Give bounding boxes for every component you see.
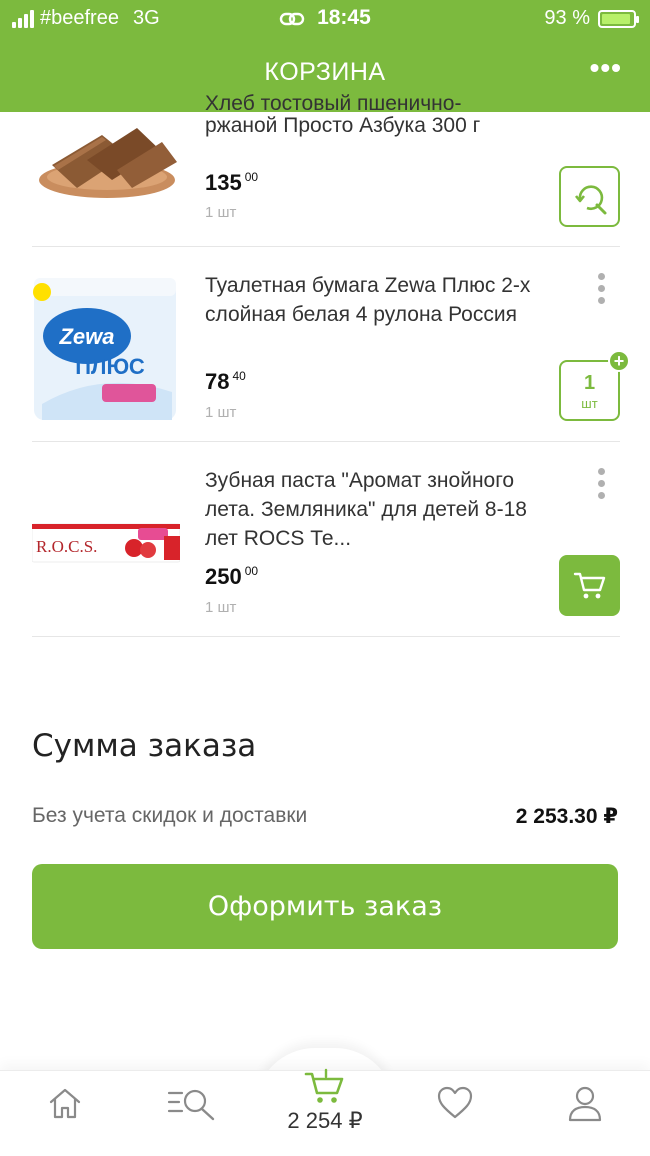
price-integer: 78 xyxy=(205,369,230,394)
item-menu-icon[interactable] xyxy=(598,468,606,499)
product-name: Туалетная бумага Zewa Плюс 2-х слойная б… xyxy=(205,274,531,326)
product-name: Зубная паста "Аромат знойного лета. Земл… xyxy=(205,469,527,550)
product-quantity: 1 шт xyxy=(205,599,237,616)
cart-icon xyxy=(573,572,606,599)
item-menu-icon[interactable] xyxy=(598,273,606,304)
price-integer: 135 xyxy=(205,170,242,195)
product-name: Хлеб тостовый пшенично- ржаной Просто Аз… xyxy=(205,92,535,140)
stepper-count: 1 xyxy=(583,372,596,394)
tab-home[interactable] xyxy=(46,1084,84,1127)
price-integer: 250 xyxy=(205,564,242,589)
product-image-bread xyxy=(39,128,177,198)
product-price: 250 00 xyxy=(205,564,258,590)
tab-cart[interactable] xyxy=(304,1066,346,1111)
cart-icon xyxy=(304,1068,344,1103)
cart-item[interactable]: Zewa ПЛЮС Туалетная бумага Zewa Плюс 2-х… xyxy=(32,247,630,442)
heart-icon xyxy=(437,1086,473,1119)
checkout-button[interactable]: Оформить заказ xyxy=(32,864,618,949)
product-quantity: 1 шт xyxy=(205,204,237,221)
price-decimals: 00 xyxy=(244,564,259,578)
find-replacement-button[interactable] xyxy=(559,166,620,227)
price-decimals: 40 xyxy=(232,369,246,383)
add-to-cart-button[interactable] xyxy=(559,555,620,616)
svg-text:R.O.C.S.: R.O.C.S. xyxy=(36,537,97,556)
find-replacement-icon xyxy=(574,185,606,215)
product-image-toilet-paper: Zewa ПЛЮС xyxy=(33,278,176,420)
tab-catalog[interactable] xyxy=(166,1084,218,1127)
price-decimals: 00 xyxy=(244,170,259,184)
product-quantity: 1 шт xyxy=(205,404,237,421)
link-icon xyxy=(280,12,305,26)
product-price: 78 40 xyxy=(205,369,246,395)
svg-text:Zewa: Zewa xyxy=(58,324,114,349)
product-image-toothpaste: R.O.C.S. xyxy=(32,523,180,563)
status-bar: #beefree 3G 18:45 93 % xyxy=(0,0,650,36)
order-summary-total: 2 253.30 ₽ xyxy=(515,805,618,828)
product-price: 135 00 xyxy=(205,170,258,196)
stepper-unit: шт xyxy=(581,396,598,411)
order-summary-label: Без учета скидок и доставки xyxy=(32,804,308,827)
battery-percent: 93 % xyxy=(544,7,590,29)
catalog-search-icon xyxy=(167,1089,215,1121)
svg-text:ПЛЮС: ПЛЮС xyxy=(75,354,145,379)
more-icon[interactable]: ••• xyxy=(590,54,622,82)
page-title: КОРЗИНА xyxy=(264,58,386,86)
tab-profile[interactable] xyxy=(566,1084,604,1129)
home-icon xyxy=(49,1088,81,1119)
battery-icon xyxy=(598,9,639,28)
tab-cart-total[interactable]: 2 254 ₽ xyxy=(262,1108,388,1134)
product-name-line: ржаной Просто Азбука 300 г xyxy=(205,114,481,137)
time: 18:45 xyxy=(317,6,371,29)
order-summary-title: Сумма заказа xyxy=(32,728,257,764)
cart-list: Хлеб тостовый пшенично- ржаной Просто Аз… xyxy=(0,92,650,637)
cart-item[interactable]: R.O.C.S. Зубная паста "Аромат знойного л… xyxy=(32,442,620,637)
quantity-stepper[interactable]: 1 шт + xyxy=(559,350,630,421)
product-name-cut: Хлеб тостовый пшенично- xyxy=(205,92,462,111)
profile-icon xyxy=(568,1086,602,1122)
cart-item[interactable]: Хлеб тостовый пшенично- ржаной Просто Аз… xyxy=(32,92,620,247)
add-icon[interactable]: + xyxy=(608,350,630,372)
tab-favorites[interactable] xyxy=(436,1084,474,1127)
battery-info: 93 % xyxy=(544,7,639,30)
